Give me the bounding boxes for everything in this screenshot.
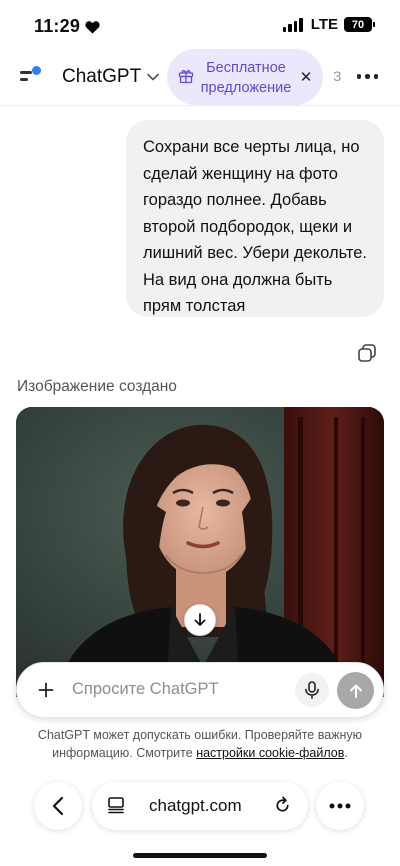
clock-text: 11:29: [34, 16, 81, 36]
browser-menu-button[interactable]: [316, 782, 364, 830]
promo-offer-button[interactable]: Бесплатное предложение ✕: [167, 49, 323, 105]
microphone-icon: [305, 681, 319, 699]
chevron-left-icon: [52, 796, 64, 816]
plus-icon: [38, 682, 54, 698]
battery-icon: 70: [344, 17, 375, 32]
url-text[interactable]: chatgpt.com: [149, 796, 242, 816]
voice-input-button[interactable]: [295, 673, 329, 707]
scroll-down-button[interactable]: [184, 604, 216, 636]
more-dots-icon: [329, 803, 351, 809]
arrow-down-icon: [194, 613, 206, 626]
send-button[interactable]: [337, 672, 374, 709]
browser-toolbar: chatgpt.com: [0, 776, 400, 836]
generated-image[interactable]: [16, 407, 384, 697]
address-bar[interactable]: chatgpt.com: [92, 782, 308, 830]
network-label: LTE: [310, 16, 338, 33]
cookie-settings-link[interactable]: настройки cookie-файлов: [196, 746, 344, 760]
more-options-button[interactable]: [356, 74, 378, 79]
arrow-up-icon: [349, 684, 362, 698]
status-time: 11:29: [34, 16, 100, 37]
disclaimer-suffix: .: [344, 746, 348, 760]
attach-button[interactable]: [29, 673, 63, 707]
disclaimer: ChatGPT может допускать ошибки. Проверяй…: [20, 726, 380, 762]
model-picker[interactable]: ChatGPT: [62, 66, 160, 88]
prompt-input[interactable]: Спросите ChatGPT: [72, 680, 219, 699]
tabs-icon[interactable]: [107, 796, 125, 814]
home-indicator: [133, 853, 267, 858]
message-composer: Спросите ChatGPT: [16, 662, 384, 718]
portrait-illustration: [16, 407, 384, 697]
promo-label: Бесплатное предложение: [200, 60, 292, 96]
app-header: ChatGPT Бесплатное предложение ✕ З: [0, 48, 400, 106]
heart-icon: [85, 20, 100, 34]
gift-icon: [178, 70, 194, 84]
back-button[interactable]: [34, 782, 82, 830]
user-message-bubble: Сохрани все черты лица, но сделай женщин…: [126, 120, 384, 317]
sidebar-menu-button[interactable]: [18, 64, 44, 88]
reload-icon[interactable]: [273, 796, 292, 815]
status-indicators: LTE 70: [282, 16, 375, 33]
status-bar: 11:29 LTE 70: [0, 0, 400, 52]
close-icon[interactable]: ✕: [299, 68, 313, 86]
image-generated-label: Изображение создано: [17, 378, 177, 395]
header-overflow-fragment: З: [333, 68, 342, 84]
notification-dot: [32, 66, 41, 75]
model-name: ChatGPT: [62, 66, 142, 87]
copy-icon[interactable]: [357, 343, 377, 363]
battery-level: 70: [351, 18, 365, 31]
chevron-down-icon: [147, 73, 160, 81]
signal-icon: [282, 17, 303, 32]
